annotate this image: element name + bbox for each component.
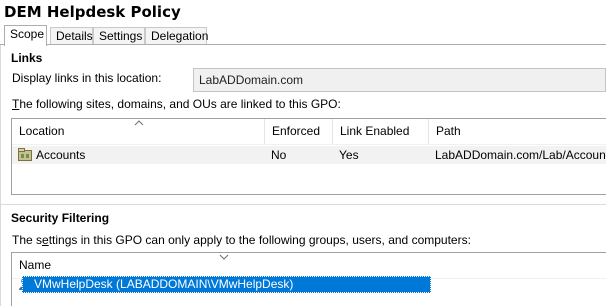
display-links-label: Display links in this location: (12, 71, 162, 85)
column-path[interactable]: Path (429, 119, 606, 144)
tab-settings[interactable]: Settings (93, 27, 145, 44)
links-list[interactable]: Location Enforced Link Enabled Path Acco… (11, 118, 606, 195)
section-divider (0, 204, 606, 205)
column-enforced[interactable]: Enforced (265, 119, 333, 144)
tab-details[interactable]: Details (50, 27, 93, 44)
links-section-title: Links (11, 51, 43, 65)
row-enforced: No (271, 148, 287, 162)
security-description: The settings in this GPO can only apply … (12, 233, 471, 247)
column-name[interactable]: Name (12, 253, 606, 278)
security-row-selected[interactable]: VMwHelpDesk (LABADDOMAIN\VMwHelpDesk) (22, 276, 431, 293)
security-section-title: Security Filtering (11, 211, 110, 225)
sort-ascending-icon (134, 118, 144, 128)
row-link-enabled: Yes (339, 148, 359, 162)
location-dropdown[interactable]: LabADDomain.com (193, 68, 606, 92)
column-link-enabled[interactable]: Link Enabled (333, 119, 429, 144)
row-path: LabADDomain.com/Lab/Accounts (435, 148, 606, 162)
links-description: The following sites, domains, and OUs ar… (12, 97, 341, 111)
column-dropdown-icon (219, 252, 229, 262)
ou-folder-icon (18, 148, 32, 164)
tab-strip: Scope Details Settings Delegation (4, 25, 606, 46)
table-row[interactable]: Accounts No Yes LabADDomain.com/Lab/Acco… (12, 146, 606, 164)
tab-scope[interactable]: Scope (4, 25, 47, 46)
tab-delegation[interactable]: Delegation (145, 27, 208, 44)
row-location: Accounts (36, 148, 86, 162)
header-divider (12, 144, 606, 145)
page-title: DEM Helpdesk Policy (4, 3, 181, 21)
